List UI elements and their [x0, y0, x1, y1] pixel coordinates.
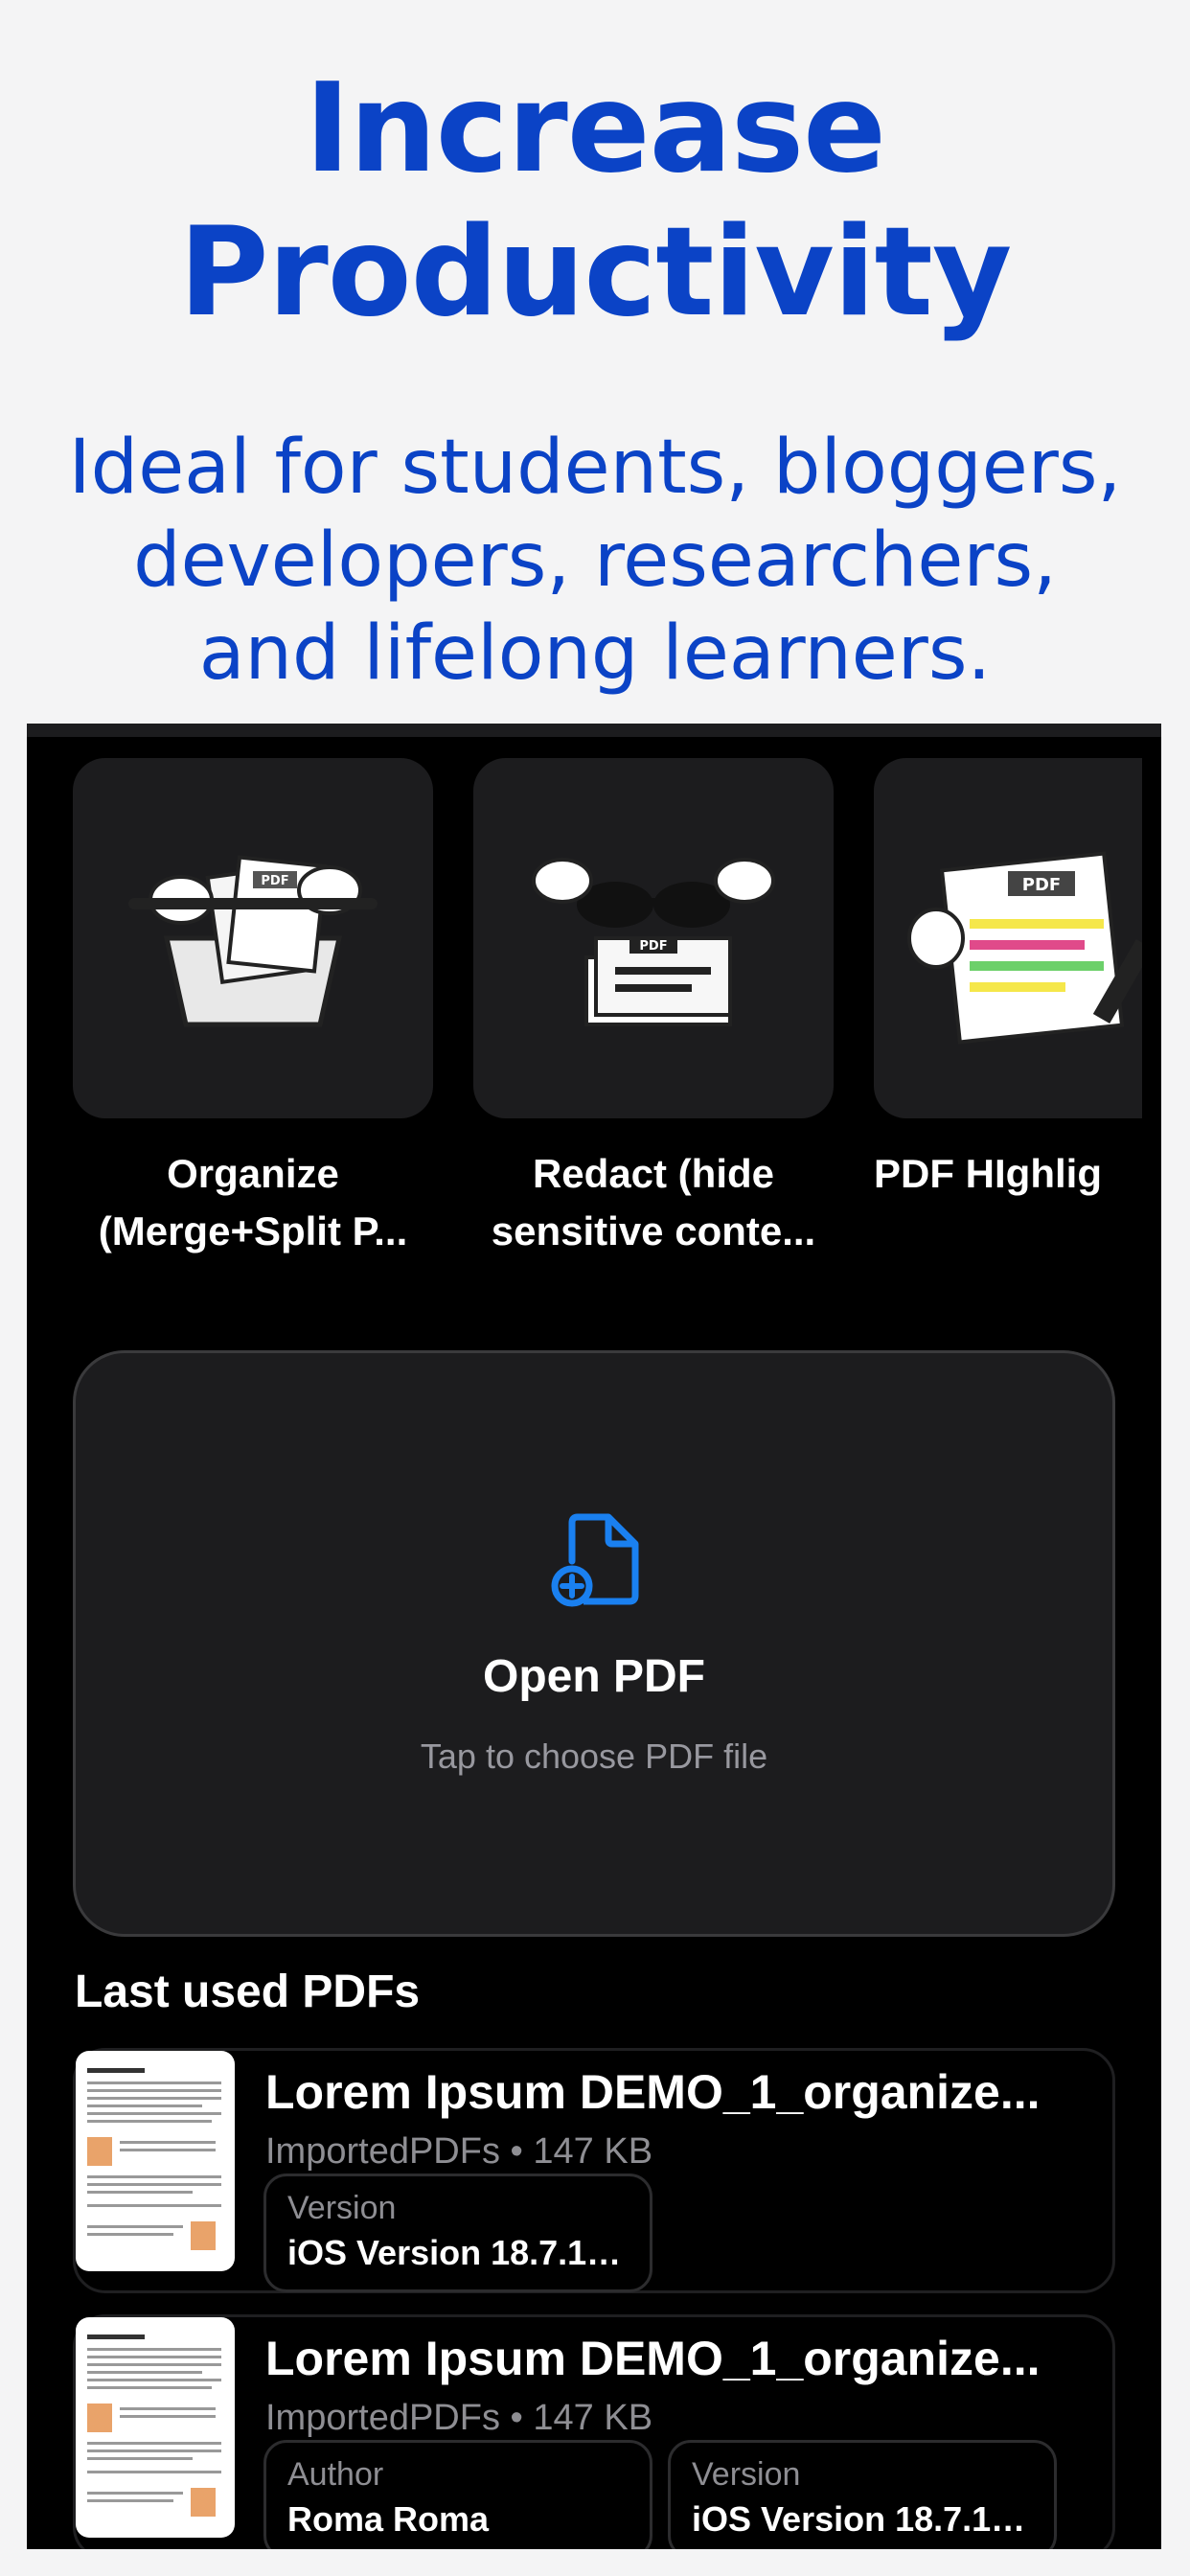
tool-organize-label: Organize (Merge+Split P...: [98, 1151, 408, 1254]
chip-value: Roma Roma: [287, 2499, 490, 2539]
tools-carousel[interactable]: PDF Organize (Merge+Split P... PDF Redac…: [73, 758, 1142, 1352]
pdf-thumbnail: [76, 2317, 235, 2538]
version-chip: Version iOS Version 18.7.1 (...: [263, 2174, 652, 2292]
recent-file-row[interactable]: Lorem Ipsum DEMO_1_organize... ImportedP…: [73, 2314, 1115, 2549]
pdf-sunglasses-icon: PDF: [473, 758, 834, 1118]
tool-redact-label: Redact (hide sensitive conte...: [491, 1151, 816, 1254]
tool-organize[interactable]: PDF Organize (Merge+Split P...: [73, 758, 433, 1260]
hero-section: Increase Productivity Ideal for students…: [0, 0, 1190, 724]
open-pdf-card[interactable]: Open PDF Tap to choose PDF file: [73, 1350, 1115, 1937]
svg-text:PDF: PDF: [1022, 875, 1061, 895]
open-pdf-title: Open PDF: [482, 1651, 705, 1702]
tool-highlight[interactable]: PDF PDF HIghlig: [874, 758, 1142, 1203]
pdf-folder-icon: PDF: [73, 758, 433, 1118]
app-screen: PDF Organize (Merge+Split P... PDF Redac…: [27, 724, 1161, 2549]
tool-redact[interactable]: PDF Redact (hide sensitive conte...: [473, 758, 834, 1260]
meta-separator: •: [510, 2398, 534, 2438]
chip-label: Version: [287, 2190, 397, 2226]
file-folder: ImportedPDFs: [265, 2131, 500, 2172]
version-chip: Version iOS Version 18.7.1 (...: [668, 2440, 1057, 2549]
headline: Increase Productivity: [178, 58, 1013, 344]
file-folder: ImportedPDFs: [265, 2398, 500, 2438]
chip-value: iOS Version 18.7.1 (...: [287, 2233, 629, 2272]
tool-highlight-label: PDF HIghlig: [874, 1151, 1102, 1196]
file-add-icon: [551, 1513, 639, 1607]
chip-label: Version: [692, 2456, 801, 2493]
open-pdf-subtitle: Tap to choose PDF file: [420, 1736, 768, 1776]
file-name: Lorem Ipsum DEMO_1_organize...: [265, 2065, 1041, 2119]
file-size: 147 KB: [533, 2398, 653, 2438]
meta-separator: •: [510, 2131, 534, 2172]
recent-section-title: Last used PDFs: [75, 1966, 421, 2017]
chip-label: Author: [287, 2456, 384, 2493]
author-chip: Author Roma Roma: [263, 2440, 652, 2549]
svg-text:PDF: PDF: [261, 874, 288, 888]
pdf-thumbnail: [76, 2051, 235, 2271]
file-size: 147 KB: [533, 2131, 653, 2172]
svg-text:PDF: PDF: [639, 939, 667, 954]
file-meta: ImportedPDFs • 147 KB: [265, 2398, 652, 2439]
subheadline: Ideal for students, bloggers, developers…: [68, 425, 1122, 697]
recent-file-row[interactable]: Lorem Ipsum DEMO_1_organize... ImportedP…: [73, 2048, 1115, 2293]
chip-value: iOS Version 18.7.1 (...: [692, 2499, 1033, 2539]
file-name: Lorem Ipsum DEMO_1_organize...: [265, 2332, 1041, 2385]
pdf-highlighter-icon: PDF: [874, 758, 1142, 1118]
file-meta: ImportedPDFs • 147 KB: [265, 2131, 652, 2173]
